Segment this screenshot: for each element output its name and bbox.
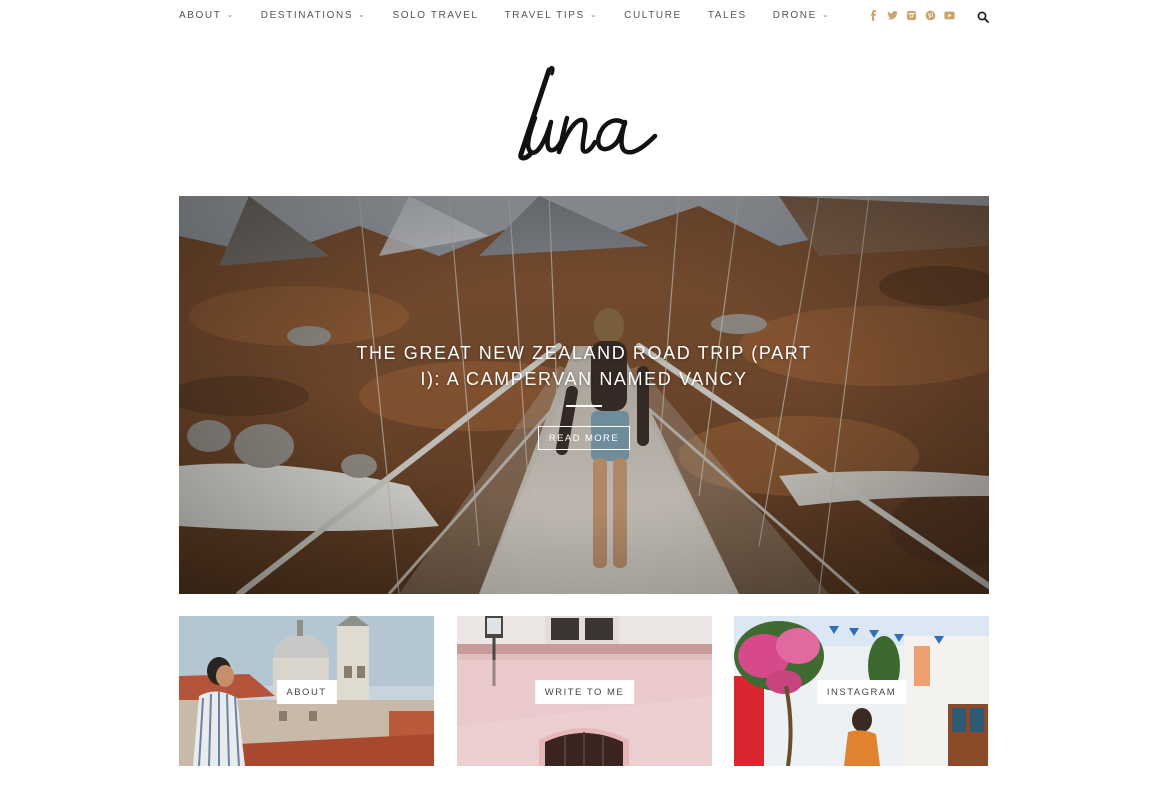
write-to-me-card[interactable]: WRITE TO ME <box>457 616 712 766</box>
menu-item-label: ABOUT <box>179 10 222 21</box>
menu-item-destinations[interactable]: DESTINATIONS ⌄ <box>261 10 367 21</box>
facebook-icon[interactable] <box>868 10 879 21</box>
menu-item-tales[interactable]: TALES <box>708 10 747 21</box>
hero-post-title[interactable]: THE GREAT NEW ZEALAND ROAD TRIP (PART I)… <box>349 340 819 392</box>
instagram-card[interactable]: INSTAGRAM <box>734 616 989 766</box>
menu-item-label: TRAVEL TIPS <box>504 10 585 21</box>
menu-item-solo-travel[interactable]: SOLO TRAVEL <box>392 10 478 21</box>
chevron-down-icon: ⌄ <box>358 10 367 19</box>
pinterest-icon[interactable] <box>925 10 936 21</box>
social-icons <box>868 10 989 23</box>
menu-item-label: DRONE <box>772 10 817 21</box>
youtube-icon[interactable] <box>944 10 955 21</box>
card-label: ABOUT <box>276 680 337 704</box>
menu-item-label: DESTINATIONS <box>260 10 354 21</box>
menu-item-travel-tips[interactable]: TRAVEL TIPS ⌄ <box>505 10 599 21</box>
menu-item-culture[interactable]: CULTURE <box>624 10 682 21</box>
top-navigation: ABOUT ⌄ DESTINATIONS ⌄ SOLO TRAVEL TRAVE… <box>179 0 989 31</box>
card-label: INSTAGRAM <box>816 680 907 704</box>
twitter-icon[interactable] <box>887 10 898 21</box>
instagram-icon[interactable] <box>906 10 917 21</box>
menu-item-drone[interactable]: DRONE ⌄ <box>773 10 830 21</box>
search-icon[interactable] <box>977 10 989 23</box>
menu-item-label: SOLO TRAVEL <box>392 10 479 21</box>
card-label: WRITE TO ME <box>534 680 635 704</box>
hero-caption: THE GREAT NEW ZEALAND ROAD TRIP (PART I)… <box>179 196 989 594</box>
featured-post-slider[interactable]: THE GREAT NEW ZEALAND ROAD TRIP (PART I)… <box>179 196 989 594</box>
chevron-down-icon: ⌄ <box>821 10 831 19</box>
chevron-down-icon: ⌄ <box>589 10 599 19</box>
chevron-down-icon: ⌄ <box>226 10 235 19</box>
site-logo[interactable] <box>505 58 670 168</box>
menu-item-about[interactable]: ABOUT ⌄ <box>179 10 235 21</box>
read-more-button[interactable]: READ MORE <box>537 426 631 450</box>
about-card[interactable]: ABOUT <box>179 616 434 766</box>
menu-item-label: TALES <box>707 10 747 21</box>
hero-divider <box>566 405 602 407</box>
main-menu: ABOUT ⌄ DESTINATIONS ⌄ SOLO TRAVEL TRAVE… <box>179 10 856 21</box>
menu-item-label: CULTURE <box>624 10 682 21</box>
